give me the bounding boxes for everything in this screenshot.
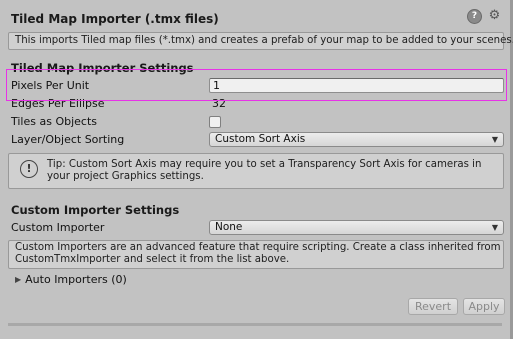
dropdown-arrow-icon: ▼	[491, 135, 498, 144]
section-title-custom-importer: Custom Importer Settings	[11, 203, 180, 217]
inspector-title: Tiled Map Importer (.tmx files)	[11, 12, 219, 26]
auto-importers-label: Auto Importers (0)	[25, 273, 127, 286]
custom-importer-help-box: Custom Importers are an advanced feature…	[8, 240, 504, 269]
foldout-arrow-icon: ▶	[15, 275, 22, 284]
pixels-per-unit-field[interactable]: 1	[209, 78, 504, 93]
custom-importer-label: Custom Importer	[11, 221, 105, 234]
settings-icon[interactable]: ⚙	[488, 9, 501, 22]
auto-importers-foldout[interactable]: ▶ Auto Importers (0)	[15, 273, 127, 286]
intro-text: This imports Tiled map files (*.tmx) and…	[15, 35, 513, 46]
help-icon[interactable]: ?	[467, 9, 482, 24]
dropdown-arrow-icon: ▼	[491, 223, 498, 232]
divider	[8, 323, 502, 326]
tip-text: Tip: Custom Sort Axis may require you to…	[47, 159, 482, 182]
pixels-per-unit-label: Pixels Per Unit	[11, 79, 90, 92]
custom-importer-info-text: Custom Importers are an advanced feature…	[15, 242, 501, 265]
info-icon: !	[20, 160, 38, 178]
layer-sorting-label: Layer/Object Sorting	[11, 133, 125, 146]
custom-importer-dropdown[interactable]: None ▼	[209, 220, 504, 235]
intro-help-box: This imports Tiled map files (*.tmx) and…	[8, 32, 513, 50]
tip-help-box: ! Tip: Custom Sort Axis may require you …	[8, 153, 504, 189]
tiles-as-objects-label: Tiles as Objects	[11, 115, 98, 128]
custom-importer-value: None	[215, 221, 243, 233]
apply-button[interactable]: Apply	[463, 298, 505, 315]
edges-per-ellipse-field[interactable]: 32	[212, 97, 226, 110]
layer-sorting-dropdown[interactable]: Custom Sort Axis ▼	[209, 132, 504, 147]
tiles-as-objects-checkbox[interactable]	[209, 116, 221, 128]
layer-sorting-value: Custom Sort Axis	[215, 133, 306, 145]
revert-button[interactable]: Revert	[408, 298, 458, 315]
section-title-tiled-settings: Tiled Map Importer Settings	[11, 61, 194, 75]
edges-per-ellipse-label: Edges Per Ellipse	[11, 97, 105, 110]
